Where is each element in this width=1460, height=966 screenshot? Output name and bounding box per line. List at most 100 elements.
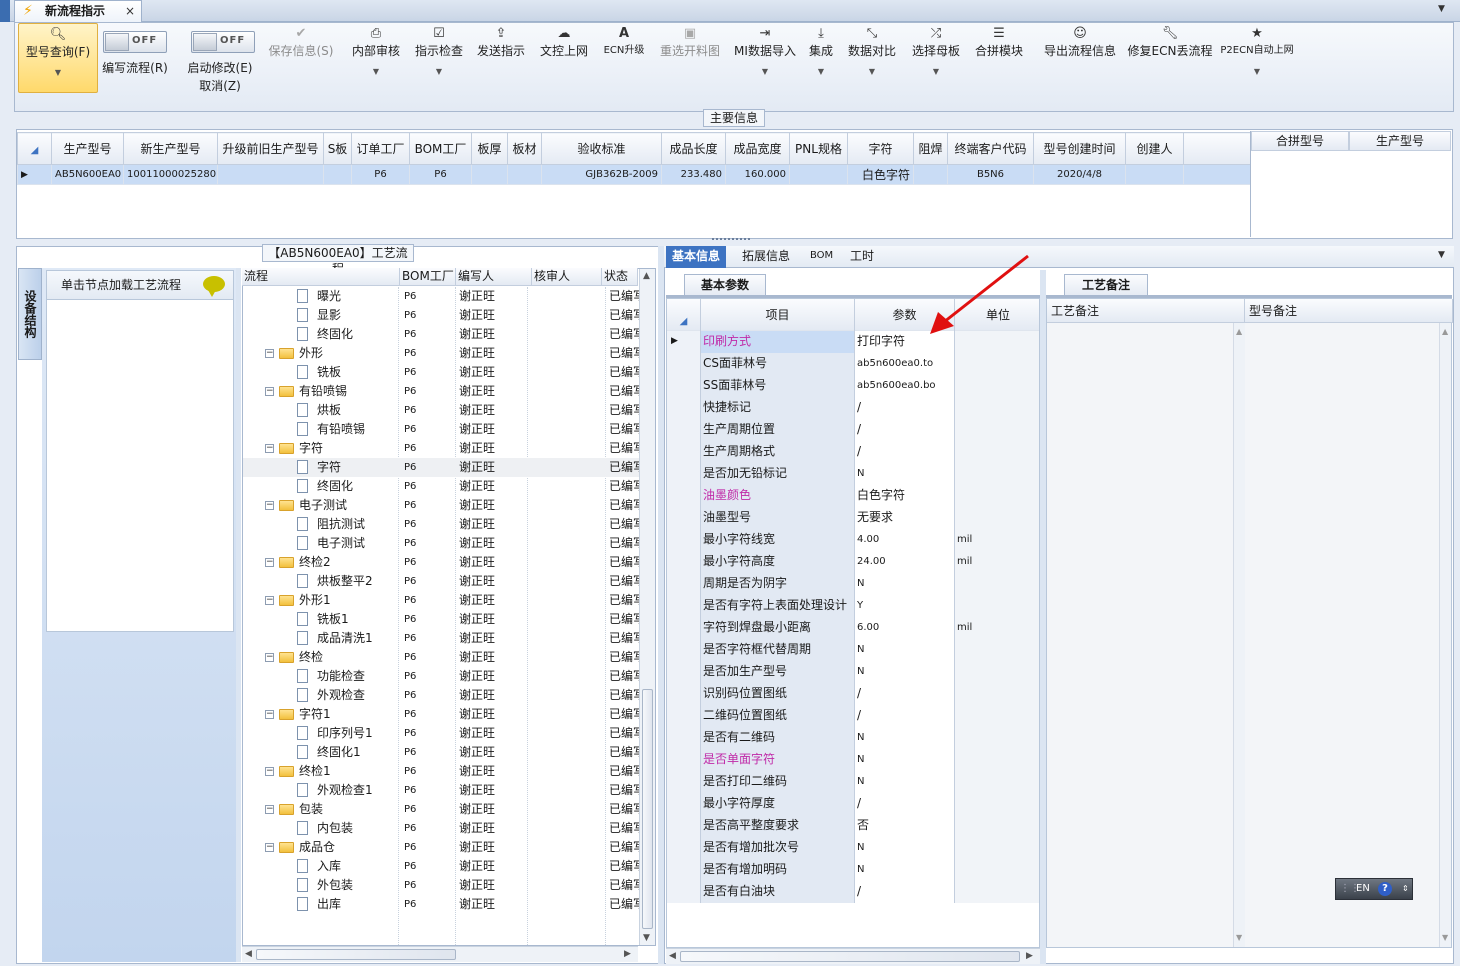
start-modify-toggle[interactable]: OFF: [191, 31, 255, 53]
col-header[interactable]: 板厚: [471, 132, 508, 165]
tree-row[interactable]: − 包装 P6 谢正旺 已编写: [243, 800, 639, 819]
cell-bom-factory[interactable]: P6: [409, 164, 472, 185]
param-row[interactable]: 字符到焊盘最小距离 6.00 mil: [667, 617, 1039, 639]
ime-indicator[interactable]: ⋮⋮ EN ? ⇕: [1335, 878, 1413, 900]
close-tab-icon[interactable]: ×: [125, 1, 135, 21]
param-value[interactable]: 白色字符: [855, 485, 955, 507]
cell-length[interactable]: 233.480: [661, 164, 726, 185]
param-value[interactable]: N: [855, 573, 955, 595]
param-row[interactable]: 生产周期格式 /: [667, 441, 1039, 463]
cell-creator[interactable]: [1125, 164, 1184, 185]
collapse-toggle-icon[interactable]: −: [265, 843, 274, 852]
splitter-grip[interactable]: [712, 238, 750, 243]
param-row[interactable]: 是否高平整度要求否: [667, 815, 1039, 837]
collapse-toggle-icon[interactable]: −: [265, 805, 274, 814]
cell-production-model[interactable]: AB5N600EA0: [51, 164, 124, 185]
col-header[interactable]: 核审人: [532, 268, 602, 286]
col-header[interactable]: 状态: [602, 268, 638, 286]
help-icon[interactable]: ?: [1378, 882, 1392, 896]
param-value[interactable]: N: [855, 661, 955, 683]
equipment-structure-side-tab[interactable]: 设备结构: [18, 268, 42, 360]
tab-new-flow-instruction[interactable]: ⚡ 新流程指示 ×: [14, 0, 142, 22]
cell-customer-code[interactable]: B5N6: [947, 164, 1034, 185]
select-mother-board-button[interactable]: ⤮ 选择母板 ▼: [905, 23, 967, 109]
merge-col-header[interactable]: 生产型号: [1349, 131, 1451, 151]
param-value[interactable]: N: [855, 859, 955, 881]
col-header[interactable]: 成品长度: [661, 132, 726, 165]
param-row[interactable]: CS面菲林号 ab5n600ea0.to: [667, 353, 1039, 375]
param-value[interactable]: N: [855, 837, 955, 859]
integrate-button[interactable]: ⤓ 集成 ▼: [803, 23, 839, 109]
col-header[interactable]: 编写人: [456, 268, 532, 286]
param-value[interactable]: /: [855, 419, 955, 441]
tree-row[interactable]: 电子测试 P6 谢正旺 已编写: [243, 534, 639, 553]
param-value[interactable]: N: [855, 749, 955, 771]
collapse-toggle-icon[interactable]: −: [265, 710, 274, 719]
col-header[interactable]: 成品宽度: [725, 132, 790, 165]
col-header[interactable]: 流程: [242, 268, 400, 286]
scroll-up-icon[interactable]: ▲: [643, 271, 650, 281]
tree-row[interactable]: 出库 P6 谢正旺 已编写: [243, 895, 639, 914]
tree-row[interactable]: 入库 P6 谢正旺 已编写: [243, 857, 639, 876]
collapse-toggle-icon[interactable]: −: [265, 387, 274, 396]
param-value[interactable]: /: [855, 705, 955, 727]
param-value[interactable]: 否: [855, 815, 955, 837]
param-row[interactable]: 是否字符框代替周期 N: [667, 639, 1039, 661]
chevron-down-icon[interactable]: ▼: [1438, 250, 1445, 260]
tree-row[interactable]: − 终检1 P6 谢正旺 已编写: [243, 762, 639, 781]
col-header[interactable]: 生产型号: [51, 132, 124, 165]
doc-control-online-button[interactable]: ☁ 文控上网: [533, 23, 595, 109]
col-header[interactable]: BOM工厂: [400, 268, 456, 286]
merge-col-header[interactable]: 合拼型号: [1251, 131, 1349, 151]
param-value[interactable]: 6.00: [855, 617, 955, 639]
scroll-left-icon[interactable]: ◀: [245, 949, 252, 959]
save-info-button[interactable]: ✔ 保存信息(S): [263, 23, 339, 109]
param-value[interactable]: /: [855, 793, 955, 815]
cancel-label[interactable]: 取消(Z): [185, 77, 255, 93]
col-header[interactable]: 新生产型号: [123, 132, 218, 165]
scroll-down-icon[interactable]: ▼: [1236, 933, 1242, 942]
collapse-toggle-icon[interactable]: −: [265, 349, 274, 358]
cell-pnl-spec[interactable]: [789, 164, 848, 185]
tree-row[interactable]: 显影 P6 谢正旺 已编写: [243, 306, 639, 325]
tree-row[interactable]: 有铅喷锡 P6 谢正旺 已编写: [243, 420, 639, 439]
param-row[interactable]: 油墨型号 无要求: [667, 507, 1039, 529]
notes-vertical-scrollbar[interactable]: ▲ ▼: [1439, 323, 1451, 947]
col-header[interactable]: 项目: [701, 299, 855, 331]
param-row[interactable]: 周期是否为阴字 N: [667, 573, 1039, 595]
param-value[interactable]: 24.00: [855, 551, 955, 573]
export-flow-info-button[interactable]: ☺ 导出流程信息: [1031, 23, 1129, 109]
col-header[interactable]: 字符: [847, 132, 914, 165]
param-value[interactable]: ab5n600ea0.to: [855, 353, 955, 375]
col-header[interactable]: 验收标准: [541, 132, 662, 165]
cell-new-production-model[interactable]: 10011000025280: [123, 164, 218, 185]
tree-row[interactable]: 终固化 P6 谢正旺 已编写: [243, 325, 639, 344]
cell-thickness[interactable]: [471, 164, 508, 185]
scroll-up-icon[interactable]: ▲: [1442, 327, 1448, 336]
tree-row[interactable]: 铣板1 P6 谢正旺 已编写: [243, 610, 639, 629]
tree-row[interactable]: 铣板 P6 谢正旺 已编写: [243, 363, 639, 382]
tree-row[interactable]: 终固化1 P6 谢正旺 已编写: [243, 743, 639, 762]
param-row[interactable]: 是否有字符上表面处理设计 Y: [667, 595, 1039, 617]
cell-order-factory[interactable]: P6: [351, 164, 410, 185]
internal-review-button[interactable]: ⎙ 内部审核 ▼: [345, 23, 407, 109]
load-flow-hint[interactable]: 单击节点加载工艺流程: [46, 270, 234, 300]
tree-row[interactable]: 外观检查1 P6 谢正旺 已编写: [243, 781, 639, 800]
cell-old-model[interactable]: [217, 164, 324, 185]
collapse-toggle-icon[interactable]: −: [265, 444, 274, 453]
tree-row[interactable]: 外包装 P6 谢正旺 已编写: [243, 876, 639, 895]
scroll-right-icon[interactable]: ▶: [624, 949, 631, 959]
param-value[interactable]: N: [855, 639, 955, 661]
col-header[interactable]: 终端客户代码: [947, 132, 1034, 165]
col-header[interactable]: 型号创建时间: [1033, 132, 1126, 165]
param-row[interactable]: 生产周期位置 /: [667, 419, 1039, 441]
param-row[interactable]: 最小字符高度 24.00 mil: [667, 551, 1039, 573]
tree-row[interactable]: − 成品仓 P6 谢正旺 已编写: [243, 838, 639, 857]
param-value[interactable]: Y: [855, 595, 955, 617]
subtab-process-notes[interactable]: 工艺备注: [1064, 274, 1148, 296]
cell-acceptance-standard[interactable]: GJB362B-2009: [541, 164, 662, 185]
ecn-upgrade-button[interactable]: A ECN升级: [597, 23, 651, 109]
tab-extended-info[interactable]: 拓展信息: [736, 246, 796, 268]
panel-splitter[interactable]: [236, 268, 241, 962]
tree-row[interactable]: − 有铅喷锡 P6 谢正旺 已编写: [243, 382, 639, 401]
